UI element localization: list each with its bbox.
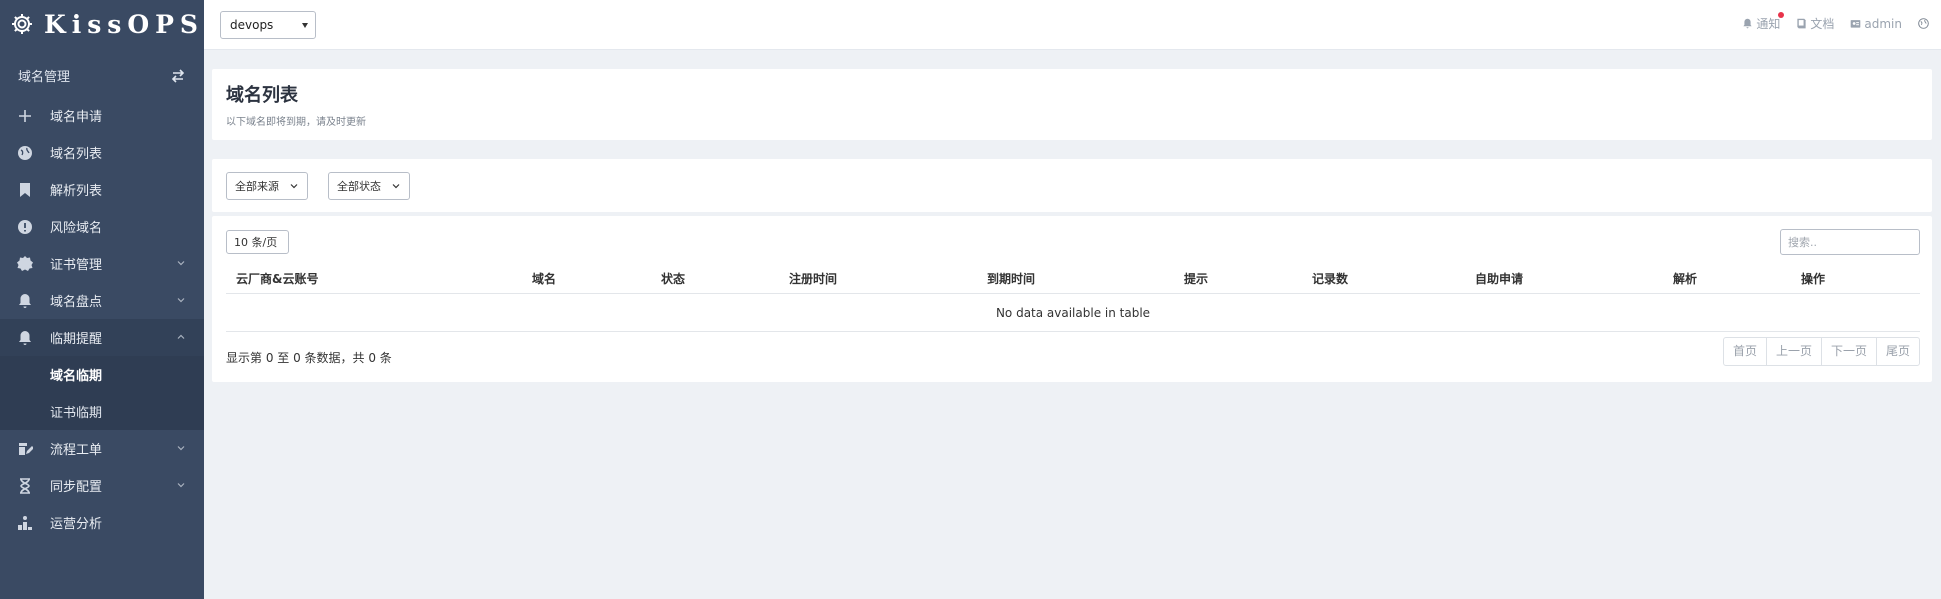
sidebar-item-workflow[interactable]: 流程工单 (0, 430, 204, 467)
top-bar: devops 通知 文档 admin (204, 0, 1941, 50)
column-header-actions[interactable]: 操作 (1801, 270, 1825, 287)
table-header: 云厂商&云账号 域名 状态 注册时间 到期时间 提示 记录数 自助申请 解析 操… (226, 262, 1920, 294)
chevron-down-icon (177, 446, 185, 451)
column-header-self-apply[interactable]: 自助申请 (1475, 270, 1523, 287)
bookmark-icon (15, 181, 35, 199)
notify-label: 通知 (1756, 17, 1781, 31)
sidebar-item-label: 域名盘点 (50, 295, 103, 310)
app-name: KissOPS (43, 9, 204, 39)
chevron-down-icon (177, 298, 185, 303)
id-badge-icon (1851, 20, 1861, 28)
bell-icon (15, 292, 35, 310)
search-input[interactable] (1780, 229, 1920, 255)
caret-down-icon (302, 23, 308, 28)
sidebar-item-label: 域名申请 (50, 110, 103, 125)
sidebar-item-domain-inventory[interactable]: 域名盘点 (0, 282, 204, 319)
chevron-down-icon (290, 183, 298, 188)
plus-icon (15, 107, 35, 125)
source-filter-dropdown[interactable]: 全部来源 (226, 171, 308, 200)
chart-icon (15, 514, 35, 532)
column-header-cloud-account[interactable]: 云厂商&云账号 (236, 270, 318, 287)
sidebar-item-label: 流程工单 (50, 443, 103, 458)
table-empty-row: No data available in table (226, 294, 1920, 332)
sidebar: KissOPS 域名管理 域名申请 域名列表 解析列表 风险域名 证书管理 域名… (0, 0, 204, 599)
page-subtitle: 以下域名即将到期，请及时更新 (226, 117, 366, 128)
sidebar-item-label: 运营分析 (50, 517, 103, 532)
user-menu[interactable]: admin (1850, 17, 1902, 31)
source-filter-value: 全部来源 (235, 179, 279, 193)
book-icon (1797, 18, 1806, 29)
pagination: 首页 上一页 下一页 尾页 (1722, 337, 1920, 366)
column-header-dns[interactable]: 解析 (1673, 270, 1697, 287)
environment-value: devops (230, 18, 274, 32)
top-right-actions: 通知 文档 admin (1742, 12, 1929, 32)
column-header-domain[interactable]: 域名 (532, 270, 556, 287)
pager-last-button[interactable]: 尾页 (1877, 338, 1919, 365)
app-logo[interactable]: KissOPS (0, 0, 204, 48)
column-header-record-count[interactable]: 记录数 (1312, 270, 1348, 287)
sidebar-item-label: 同步配置 (50, 480, 103, 495)
sidebar-item-label: 风险域名 (50, 221, 103, 236)
language-globe-icon[interactable] (1918, 18, 1929, 29)
sidebar-item-label: 解析列表 (50, 184, 103, 199)
page-title: 域名列表 (226, 85, 298, 106)
table-card: 10 条/页 云厂商&云账号 域名 状态 注册时间 到期时间 提示 记录数 自助… (212, 216, 1932, 382)
status-filter-dropdown[interactable]: 全部状态 (328, 171, 410, 200)
user-name: admin (1864, 16, 1902, 31)
globe-icon (15, 144, 35, 162)
swap-icon[interactable] (170, 68, 186, 84)
chevron-down-icon (177, 483, 185, 488)
alert-icon (15, 218, 35, 236)
chevron-down-icon (392, 183, 400, 188)
chevron-down-icon (177, 261, 185, 266)
sidebar-section-title: 域名管理 (18, 70, 71, 85)
sidebar-item-label: 证书管理 (50, 258, 103, 273)
filter-card: 全部来源 全部状态 (212, 159, 1932, 212)
sidebar-item-expiry-reminder[interactable]: 临期提醒 (0, 319, 204, 356)
column-header-expire-time[interactable]: 到期时间 (987, 270, 1035, 287)
bell-icon (1743, 18, 1752, 29)
notification-badge (1778, 12, 1785, 18)
certificate-icon (15, 255, 35, 273)
notify-link[interactable]: 通知 (1742, 12, 1785, 32)
sidebar-item-risk-domain[interactable]: 风险域名 (0, 208, 204, 245)
status-filter-value: 全部状态 (337, 179, 381, 193)
pager-first-button[interactable]: 首页 (1724, 338, 1767, 365)
page-header-card: 域名列表 以下域名即将到期，请及时更新 (212, 69, 1932, 140)
docs-label: 文档 (1810, 17, 1835, 31)
column-header-hint[interactable]: 提示 (1184, 270, 1208, 287)
chevron-up-icon (177, 334, 185, 339)
pager-prev-button[interactable]: 上一页 (1767, 338, 1822, 365)
sidebar-item-domain-list[interactable]: 域名列表 (0, 134, 204, 171)
bell-icon (15, 329, 35, 347)
sidebar-item-label: 临期提醒 (50, 332, 103, 347)
sidebar-item-dns-list[interactable]: 解析列表 (0, 171, 204, 208)
sidebar-item-sync-config[interactable]: 同步配置 (0, 467, 204, 504)
edit-icon (15, 440, 35, 458)
sidebar-item-analytics[interactable]: 运营分析 (0, 504, 204, 541)
docs-link[interactable]: 文档 (1796, 15, 1834, 32)
sidebar-subitem-cert-expiry[interactable]: 证书临期 (0, 393, 204, 430)
sidebar-section-header: 域名管理 (0, 54, 204, 97)
sidebar-item-cert-manage[interactable]: 证书管理 (0, 245, 204, 282)
environment-select[interactable]: devops (220, 11, 316, 39)
expiry-submenu: 域名临期 证书临期 (0, 356, 204, 430)
pager-next-button[interactable]: 下一页 (1822, 338, 1877, 365)
hourglass-icon (15, 477, 35, 495)
column-header-register-time[interactable]: 注册时间 (789, 270, 837, 287)
gear-logo-icon (11, 14, 32, 34)
sidebar-subitem-domain-expiry[interactable]: 域名临期 (0, 356, 204, 393)
sidebar-item-domain-apply[interactable]: 域名申请 (0, 97, 204, 134)
table-info: 显示第 0 至 0 条数据，共 0 条 (226, 351, 392, 365)
column-header-status[interactable]: 状态 (661, 270, 685, 287)
page-length-select[interactable]: 10 条/页 (226, 230, 289, 254)
sidebar-item-label: 域名列表 (50, 147, 103, 162)
